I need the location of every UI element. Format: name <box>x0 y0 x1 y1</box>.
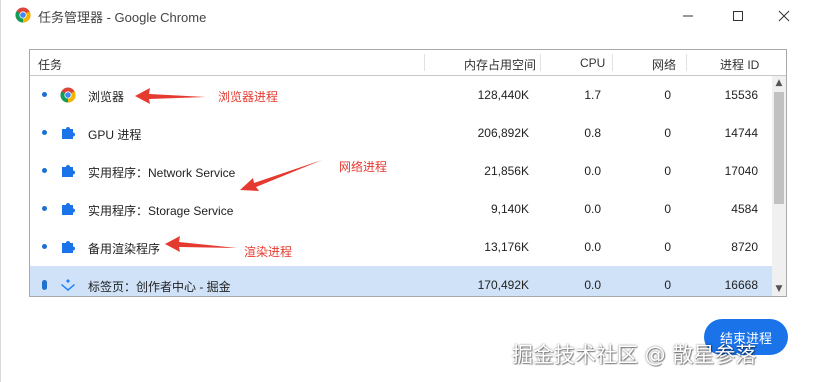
cpu-value: 0.0 <box>584 202 601 216</box>
network-value: 0 <box>664 202 671 216</box>
pid-value: 4584 <box>731 202 758 216</box>
column-header-memory[interactable]: 内存占用空间 <box>464 56 536 73</box>
status-dot <box>42 244 47 249</box>
juejin-icon <box>61 279 75 291</box>
table-row[interactable]: 浏览器 128,440K 1.7 0 15536 <box>30 76 772 114</box>
memory-value: 206,892K <box>477 126 529 140</box>
status-dot <box>42 130 47 135</box>
table-row[interactable]: 备用渲染程序 13,176K 0.0 0 8720 <box>30 228 772 266</box>
task-name: 实用程序：Network Service <box>88 166 236 180</box>
column-header-task[interactable]: 任务 <box>38 56 62 73</box>
scroll-up-icon[interactable]: ▲ <box>772 76 786 90</box>
task-name: GPU 进程 <box>88 128 142 142</box>
column-header-pid[interactable]: 进程 ID <box>720 56 759 73</box>
cpu-value: 0.0 <box>584 240 601 254</box>
status-dot <box>42 206 47 211</box>
pid-value: 17040 <box>724 164 758 178</box>
cpu-value: 0.0 <box>584 164 601 178</box>
pid-value: 15536 <box>724 88 758 102</box>
column-header-network[interactable]: 网络 <box>652 56 676 73</box>
task-name: 标签页：创作者中心 - 掘金 <box>88 280 231 294</box>
task-name: 浏览器 <box>88 90 125 104</box>
column-divider[interactable] <box>540 54 541 71</box>
status-dot <box>42 168 47 173</box>
table-row[interactable]: 标签页：创作者中心 - 掘金 170,492K 0.0 0 16668 <box>30 266 772 296</box>
memory-value: 21,856K <box>484 164 529 178</box>
column-divider[interactable] <box>424 54 425 71</box>
vertical-scrollbar[interactable]: ▲ ▼ <box>772 76 786 296</box>
cpu-value: 0.0 <box>584 278 601 292</box>
chrome-icon <box>60 87 76 103</box>
column-header-cpu[interactable]: CPU <box>580 56 605 70</box>
task-name: 实用程序：Storage Service <box>88 204 234 218</box>
process-table: 任务 内存占用空间 CPU 网络 进程 ID 浏览器 128,440K 1.7 … <box>29 49 787 297</box>
pid-value: 8720 <box>731 240 758 254</box>
close-button[interactable] <box>761 0 807 32</box>
memory-value: 9,140K <box>490 202 529 216</box>
minimize-button[interactable] <box>665 0 711 32</box>
table-row[interactable]: 实用程序：Storage Service 9,140K 0.0 0 4584 <box>30 190 772 228</box>
table-header: 任务 内存占用空间 CPU 网络 进程 ID <box>30 50 786 76</box>
puzzle-icon <box>62 241 75 253</box>
memory-value: 128,440K <box>477 88 529 102</box>
puzzle-icon <box>62 127 75 139</box>
network-value: 0 <box>664 164 671 178</box>
table-row[interactable]: GPU 进程 206,892K 0.8 0 14744 <box>30 114 772 152</box>
pid-value: 14744 <box>724 126 758 140</box>
close-icon <box>778 10 790 22</box>
network-value: 0 <box>664 88 671 102</box>
annotation-render-process: 渲染进程 <box>244 245 293 259</box>
status-dot <box>42 280 47 290</box>
network-value: 0 <box>664 240 671 254</box>
cpu-value: 0.8 <box>584 126 601 140</box>
maximize-button[interactable] <box>715 0 761 32</box>
annotation-browser-process: 浏览器进程 <box>218 90 279 104</box>
annotation-network-process: 网络进程 <box>339 160 388 174</box>
scroll-down-icon[interactable]: ▼ <box>772 282 786 296</box>
chrome-icon <box>15 7 31 23</box>
status-dot <box>42 92 47 97</box>
scrollbar-thumb[interactable] <box>774 92 784 204</box>
column-divider[interactable] <box>612 54 613 71</box>
network-value: 0 <box>664 126 671 140</box>
table-row[interactable]: 实用程序：Network Service 21,856K 0.0 0 17040 <box>30 152 772 190</box>
puzzle-icon <box>62 165 75 177</box>
memory-value: 170,492K <box>477 278 529 292</box>
maximize-icon <box>733 11 743 21</box>
puzzle-icon <box>62 203 75 215</box>
cpu-value: 1.7 <box>584 88 601 102</box>
screenshot: 任务管理器 - Google Chrome 任务 内存占用空间 CPU 网络 进… <box>0 0 814 382</box>
pid-value: 16668 <box>724 278 758 292</box>
network-value: 0 <box>664 278 671 292</box>
task-name: 备用渲染程序 <box>88 242 161 256</box>
title-bar: 任务管理器 - Google Chrome <box>1 0 814 32</box>
window-title: 任务管理器 - Google Chrome <box>38 10 207 25</box>
column-divider[interactable] <box>686 54 687 71</box>
minimize-icon <box>683 15 693 17</box>
memory-value: 13,176K <box>484 240 529 254</box>
watermark: 掘金技术社区 @ 散星参落 <box>512 343 757 367</box>
task-manager-window: 任务管理器 - Google Chrome 任务 内存占用空间 CPU 网络 进… <box>0 0 814 382</box>
